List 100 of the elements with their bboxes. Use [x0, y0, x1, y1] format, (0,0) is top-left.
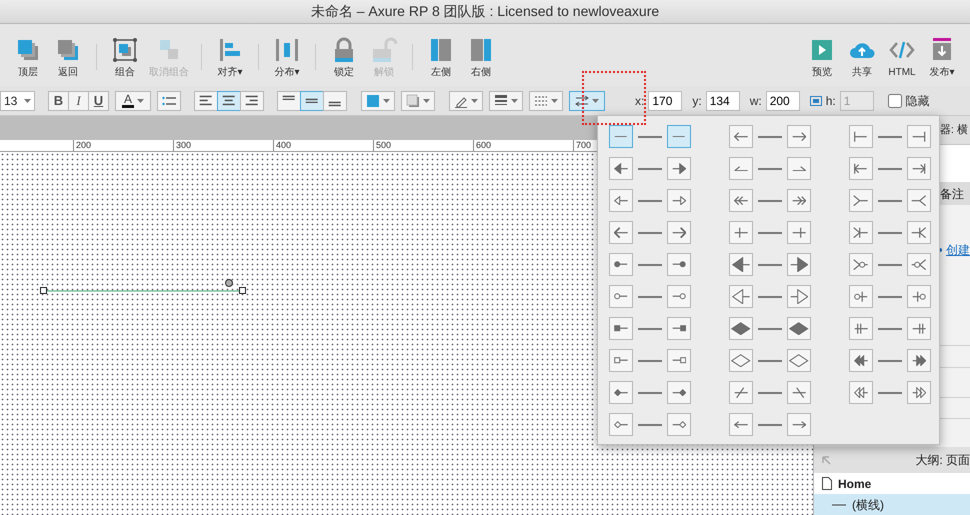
arrow-head-icon [912, 290, 926, 302]
fill-color-button[interactable] [361, 90, 395, 110]
arrow-style-option[interactable] [609, 157, 693, 180]
arrow-style-option[interactable] [609, 189, 693, 212]
toolbar-button[interactable]: 顶层 [8, 37, 48, 80]
caret-icon [551, 98, 558, 102]
arrow-head-icon [790, 288, 808, 304]
field-label: y: [692, 92, 702, 110]
arrow-style-option[interactable] [729, 413, 813, 436]
outline-item[interactable]: Home [814, 473, 970, 494]
arrow-style-option[interactable] [849, 157, 933, 180]
line-icon [832, 502, 846, 506]
caret-icon [24, 98, 31, 102]
arrow-style-option[interactable] [849, 317, 933, 340]
arrow-style-option[interactable] [609, 349, 693, 372]
arrow-style-option[interactable] [609, 221, 693, 244]
arrow-head-icon [912, 162, 926, 174]
arrow-head-icon [912, 354, 926, 366]
text-align-button[interactable] [217, 90, 241, 110]
arrow-head-icon [614, 420, 628, 428]
toolbar-button[interactable]: 锁定 [324, 37, 364, 80]
toolbar-button[interactable]: 对齐▾ [210, 37, 250, 80]
vertical-align-button[interactable] [300, 90, 324, 110]
text-align-button[interactable] [240, 90, 264, 110]
arrow-style-option[interactable] [849, 221, 933, 244]
arrow-style-option[interactable] [849, 349, 933, 372]
selected-line[interactable] [40, 279, 246, 295]
arrow-style-option[interactable] [609, 125, 693, 148]
arrow-style-option[interactable] [849, 285, 933, 308]
toolbar-button[interactable]: 发布▾ [922, 37, 962, 80]
arrow-head-icon [672, 420, 686, 428]
arrow-head-icon [614, 325, 628, 332]
hidden-checkbox[interactable] [888, 94, 902, 108]
toolbar-button[interactable]: 分布▾ [267, 37, 307, 80]
toolbar-button[interactable]: 右侧 [461, 37, 501, 80]
caret-icon [511, 98, 518, 102]
line-color-button[interactable] [449, 90, 483, 110]
arrow-style-option[interactable] [729, 125, 813, 148]
arrow-style-option[interactable] [849, 125, 933, 148]
coordinate-field[interactable]: 170 [648, 90, 682, 110]
arrow-style-option[interactable] [729, 189, 813, 212]
arrow-style-option[interactable] [849, 253, 933, 276]
highlight-frame [582, 71, 646, 125]
outline-item[interactable]: (横线) [814, 494, 970, 515]
arrow-lines-icon [575, 94, 589, 108]
arrow-style-option[interactable] [609, 413, 693, 436]
ruler-label: 600 [473, 140, 573, 151]
font-color-button[interactable]: A [115, 90, 151, 110]
arrow-head-icon [734, 132, 748, 142]
coordinate-field[interactable]: 134 [706, 90, 740, 110]
text-style-button[interactable]: U [88, 90, 109, 110]
line-width-button[interactable] [489, 90, 523, 110]
align-lines-icon [199, 95, 213, 106]
toolbar-button[interactable]: HTML [882, 37, 922, 80]
toolbar-button[interactable]: 返回 [48, 37, 88, 80]
arrow-style-option[interactable] [609, 285, 693, 308]
arrow-style-option[interactable] [729, 253, 813, 276]
font-size-select[interactable]: 13 [0, 90, 35, 110]
page-icon [822, 477, 832, 490]
outline-title: 大纲: 页面 [915, 452, 970, 469]
field-label: x: [635, 92, 644, 110]
vertical-align-button[interactable] [277, 90, 301, 110]
text-style-button[interactable]: B [48, 90, 69, 110]
create-link[interactable]: 创建 [946, 241, 970, 259]
arrow-head-icon [911, 194, 927, 206]
text-align-button[interactable] [194, 90, 218, 110]
arrow-head-icon [854, 130, 868, 142]
arrow-style-option[interactable] [729, 349, 813, 372]
arrow-head-icon [790, 256, 808, 272]
toolbar-button[interactable]: 组合 [105, 37, 145, 80]
arrow-style-option[interactable] [609, 317, 693, 340]
arrow-style-option[interactable] [729, 221, 813, 244]
toolbar-button[interactable]: 共享 [842, 37, 882, 80]
arrow-head-icon [854, 290, 868, 302]
arrow-style-option[interactable] [729, 157, 813, 180]
toolbar-button[interactable]: 预览 [802, 37, 842, 80]
arrow-head-icon [672, 196, 686, 206]
arrow-style-option[interactable] [609, 253, 693, 276]
arrow-head-icon [672, 226, 686, 238]
coordinate-field[interactable]: 200 [766, 90, 800, 110]
arrow-style-button[interactable] [569, 90, 605, 110]
bullet-list-button[interactable] [157, 90, 181, 110]
arrow-head-icon [792, 196, 806, 206]
arrow-head-icon [731, 354, 751, 368]
notes-tab[interactable]: 备注 [940, 184, 964, 202]
line-style-button[interactable] [529, 90, 563, 110]
text-style-button[interactable]: I [68, 90, 89, 110]
arrow-style-option[interactable] [729, 381, 813, 404]
shadow-button[interactable] [401, 90, 435, 110]
arrow-head-icon [614, 162, 628, 174]
arrow-head-icon [672, 325, 686, 332]
arrow-style-option[interactable] [729, 317, 813, 340]
toolbar-button[interactable]: 左侧 [421, 37, 461, 80]
arrow-style-option[interactable] [849, 189, 933, 212]
field-label: w: [750, 92, 762, 110]
arrow-style-option[interactable] [849, 381, 933, 404]
arrow-style-option[interactable] [729, 285, 813, 308]
arrow-head-icon [854, 322, 868, 334]
vertical-align-button[interactable] [323, 90, 347, 110]
arrow-style-option[interactable] [609, 381, 693, 404]
